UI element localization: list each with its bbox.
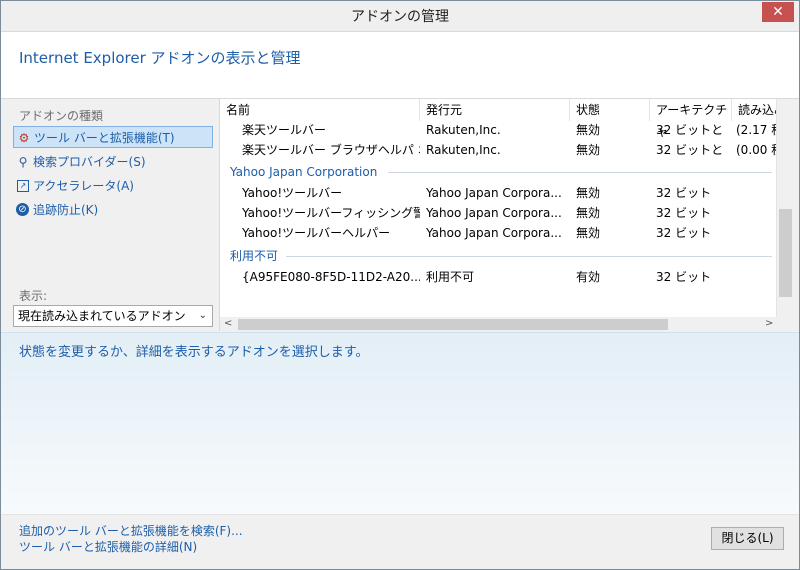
chevron-down-icon: ⌄ [198, 310, 207, 321]
group-header-yahoo: Yahoo Japan Corporation [230, 165, 378, 179]
detail-panel: 状態を変更するか、詳細を表示するアドオンを選択します。 [1, 332, 799, 515]
title-bar: アドオンの管理 ✕ [1, 1, 799, 31]
column-header-load-time[interactable]: 読み込み [732, 99, 776, 121]
addon-types-pane: アドオンの種類 ⚙ ツール バーと拡張機能(T) ⚲ 検索プロバイダー(S) ↗… [1, 99, 220, 331]
footer: 追加のツール バーと拡張機能を検索(F)... ツール バーと拡張機能の詳細(N… [1, 514, 799, 569]
addon-name: Yahoo!ツールバーフィッシング警告 [242, 206, 420, 220]
addon-list[interactable]: 名前 発行元 ^ 状態 アーキテクチャ 読み込み 楽天ツールバー Rakuten… [220, 99, 776, 317]
category-label: アクセラレータ(A) [33, 179, 134, 193]
addon-architecture: 32 ビットと ... [656, 143, 728, 157]
window-close-button[interactable]: ✕ [762, 2, 794, 22]
addon-name: 楽天ツールバー ブラウザヘルパ オ... [242, 143, 420, 157]
addon-publisher: 利用不可 [426, 270, 475, 284]
group-divider [388, 172, 772, 173]
horizontal-scrollbar[interactable]: < > [220, 317, 776, 332]
detail-message: 状態を変更するか、詳細を表示するアドオンを選択します。 [19, 345, 369, 360]
group-divider [286, 256, 772, 257]
group-header-unavailable: 利用不可 [230, 249, 279, 263]
addon-load-time: (2.17 秒 [736, 123, 776, 137]
find-more-toolbars-link[interactable]: 追加のツール バーと拡張機能を検索(F)... [19, 522, 243, 539]
category-accelerators[interactable]: ↗ アクセラレータ(A) [13, 175, 213, 197]
addon-publisher: Yahoo Japan Corpora... [426, 186, 562, 200]
addon-status: 有効 [576, 270, 601, 284]
table-row[interactable]: 楽天ツールバー ブラウザヘルパ オ... Rakuten,Inc. 無効 32 … [220, 140, 776, 160]
scrollbar-corner [776, 317, 793, 332]
category-toolbars-extensions[interactable]: ⚙ ツール バーと拡張機能(T) [13, 126, 213, 148]
addon-architecture: 32 ビットと ... [656, 123, 728, 137]
column-header-architecture[interactable]: アーキテクチャ [650, 99, 732, 139]
vertical-scroll-thumb[interactable] [779, 209, 792, 297]
show-label: 表示: [19, 289, 48, 303]
category-label: 追跡防止(K) [33, 203, 99, 217]
addon-architecture: 32 ビット [656, 226, 712, 240]
addon-load-time: (0.00 秒 [736, 143, 776, 157]
category-search-providers[interactable]: ⚲ 検索プロバイダー(S) [13, 151, 213, 173]
sort-ascending-icon: ^ [490, 99, 498, 104]
addon-publisher: Yahoo Japan Corpora... [426, 226, 562, 240]
table-row[interactable]: Yahoo!ツールバーフィッシング警告 Yahoo Japan Corpora.… [220, 203, 776, 223]
category-label: 検索プロバイダー(S) [33, 155, 146, 169]
addon-name: Yahoo!ツールバー [242, 186, 343, 200]
column-header-status[interactable]: 状態 [570, 99, 650, 121]
search-icon: ⚲ [18, 155, 28, 169]
addon-name: Yahoo!ツールバーヘルパー [242, 226, 391, 240]
addon-status: 無効 [576, 206, 601, 220]
column-header-publisher-label: 発行元 [426, 103, 463, 117]
addon-architecture: 32 ビット [656, 186, 712, 200]
learn-more-toolbars-link[interactable]: ツール バーと拡張機能の詳細(N) [19, 538, 197, 555]
show-dropdown-value: 現在読み込まれているアドオン [18, 309, 186, 323]
addon-status: 無効 [576, 123, 601, 137]
addon-architecture: 32 ビット [656, 270, 712, 284]
addon-status: 無効 [576, 226, 601, 240]
table-row[interactable]: {A95FE080-8F5D-11D2-A20... 利用不可 有効 32 ビッ… [220, 267, 776, 287]
addon-name: {A95FE080-8F5D-11D2-A20... [242, 270, 420, 284]
addon-publisher: Yahoo Japan Corpora... [426, 206, 562, 220]
addon-status: 無効 [576, 143, 601, 157]
page-title: Internet Explorer アドオンの表示と管理 [19, 49, 301, 67]
addon-architecture: 32 ビット [656, 206, 712, 220]
table-row[interactable]: 楽天ツールバー Rakuten,Inc. 無効 32 ビットと ... (2.1… [220, 120, 776, 140]
horizontal-scroll-thumb[interactable] [238, 319, 668, 330]
table-row[interactable]: Yahoo!ツールバー Yahoo Japan Corpora... 無効 32… [220, 183, 776, 203]
addon-name: 楽天ツールバー [242, 123, 327, 137]
close-button[interactable]: 閉じる(L) [711, 527, 784, 550]
scroll-right-icon[interactable]: > [765, 318, 773, 329]
tracking-protection-icon: ⊘ [16, 203, 29, 216]
window-title: アドオンの管理 [351, 9, 449, 25]
scroll-left-icon[interactable]: < [224, 318, 232, 329]
toolbar-extension-icon: ⚙ [18, 131, 30, 145]
addon-publisher: Rakuten,Inc. [426, 143, 501, 157]
accelerator-icon: ↗ [17, 180, 29, 192]
show-dropdown[interactable]: 現在読み込まれているアドオン ⌄ [13, 305, 213, 327]
column-header-name[interactable]: 名前 [220, 99, 420, 121]
category-label: ツール バーと拡張機能(T) [34, 131, 175, 145]
vertical-scrollbar[interactable] [776, 99, 794, 317]
header-panel: Internet Explorer アドオンの表示と管理 [1, 31, 799, 99]
category-tracking-protection[interactable]: ⊘ 追跡防止(K) [13, 199, 213, 221]
addon-types-label: アドオンの種類 [19, 109, 104, 123]
close-icon: ✕ [772, 4, 784, 20]
addon-manager-window: アドオンの管理 ✕ Internet Explorer アドオンの表示と管理 ア… [0, 0, 800, 570]
addon-status: 無効 [576, 186, 601, 200]
addon-publisher: Rakuten,Inc. [426, 123, 501, 137]
table-row[interactable]: Yahoo!ツールバーヘルパー Yahoo Japan Corpora... 無… [220, 223, 776, 243]
